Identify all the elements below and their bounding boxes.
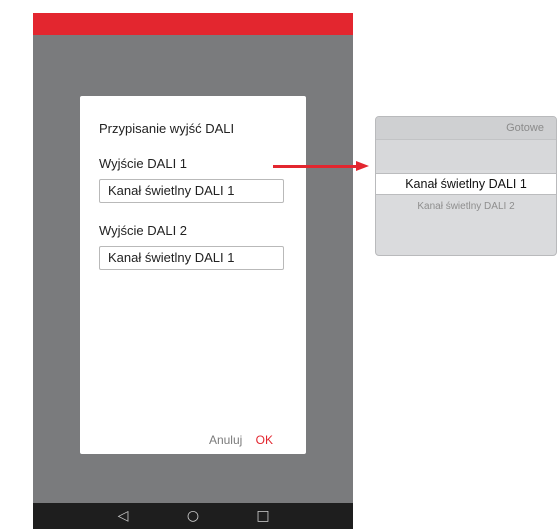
channel-picker: Gotowe Kanał świetlny DALI 1 Kanał świet…: [375, 116, 557, 256]
output2-select[interactable]: Kanał świetlny DALI 1: [99, 246, 284, 270]
output1-select[interactable]: Kanał świetlny DALI 1: [99, 179, 284, 203]
callout-arrow-line: [273, 165, 357, 168]
dialog-title: Przypisanie wyjść DALI: [99, 121, 235, 136]
recents-icon[interactable]: □: [252, 503, 274, 529]
home-icon[interactable]: ○: [182, 503, 204, 529]
android-nav-bar: ◁ ○ □: [33, 503, 353, 529]
picker-option[interactable]: Kanał świetlny DALI 2: [376, 199, 556, 215]
picker-empty-row: [376, 140, 556, 170]
output2-label: Wyjście DALI 2: [99, 223, 188, 238]
back-icon[interactable]: ◁: [112, 503, 134, 529]
picker-selected-item[interactable]: Kanał świetlny DALI 1: [376, 173, 556, 195]
callout-arrow-head: [356, 161, 369, 171]
status-bar: [33, 13, 353, 35]
dali-output-dialog: Przypisanie wyjść DALI Wyjście DALI 1 Ka…: [80, 96, 306, 454]
output1-label: Wyjście DALI 1: [99, 156, 188, 171]
ok-button[interactable]: OK: [256, 433, 273, 447]
picker-header: Gotowe: [376, 117, 556, 140]
dialog-actions: Anuluj OK: [209, 433, 273, 447]
cancel-button[interactable]: Anuluj: [209, 433, 242, 447]
done-button[interactable]: Gotowe: [506, 122, 544, 134]
